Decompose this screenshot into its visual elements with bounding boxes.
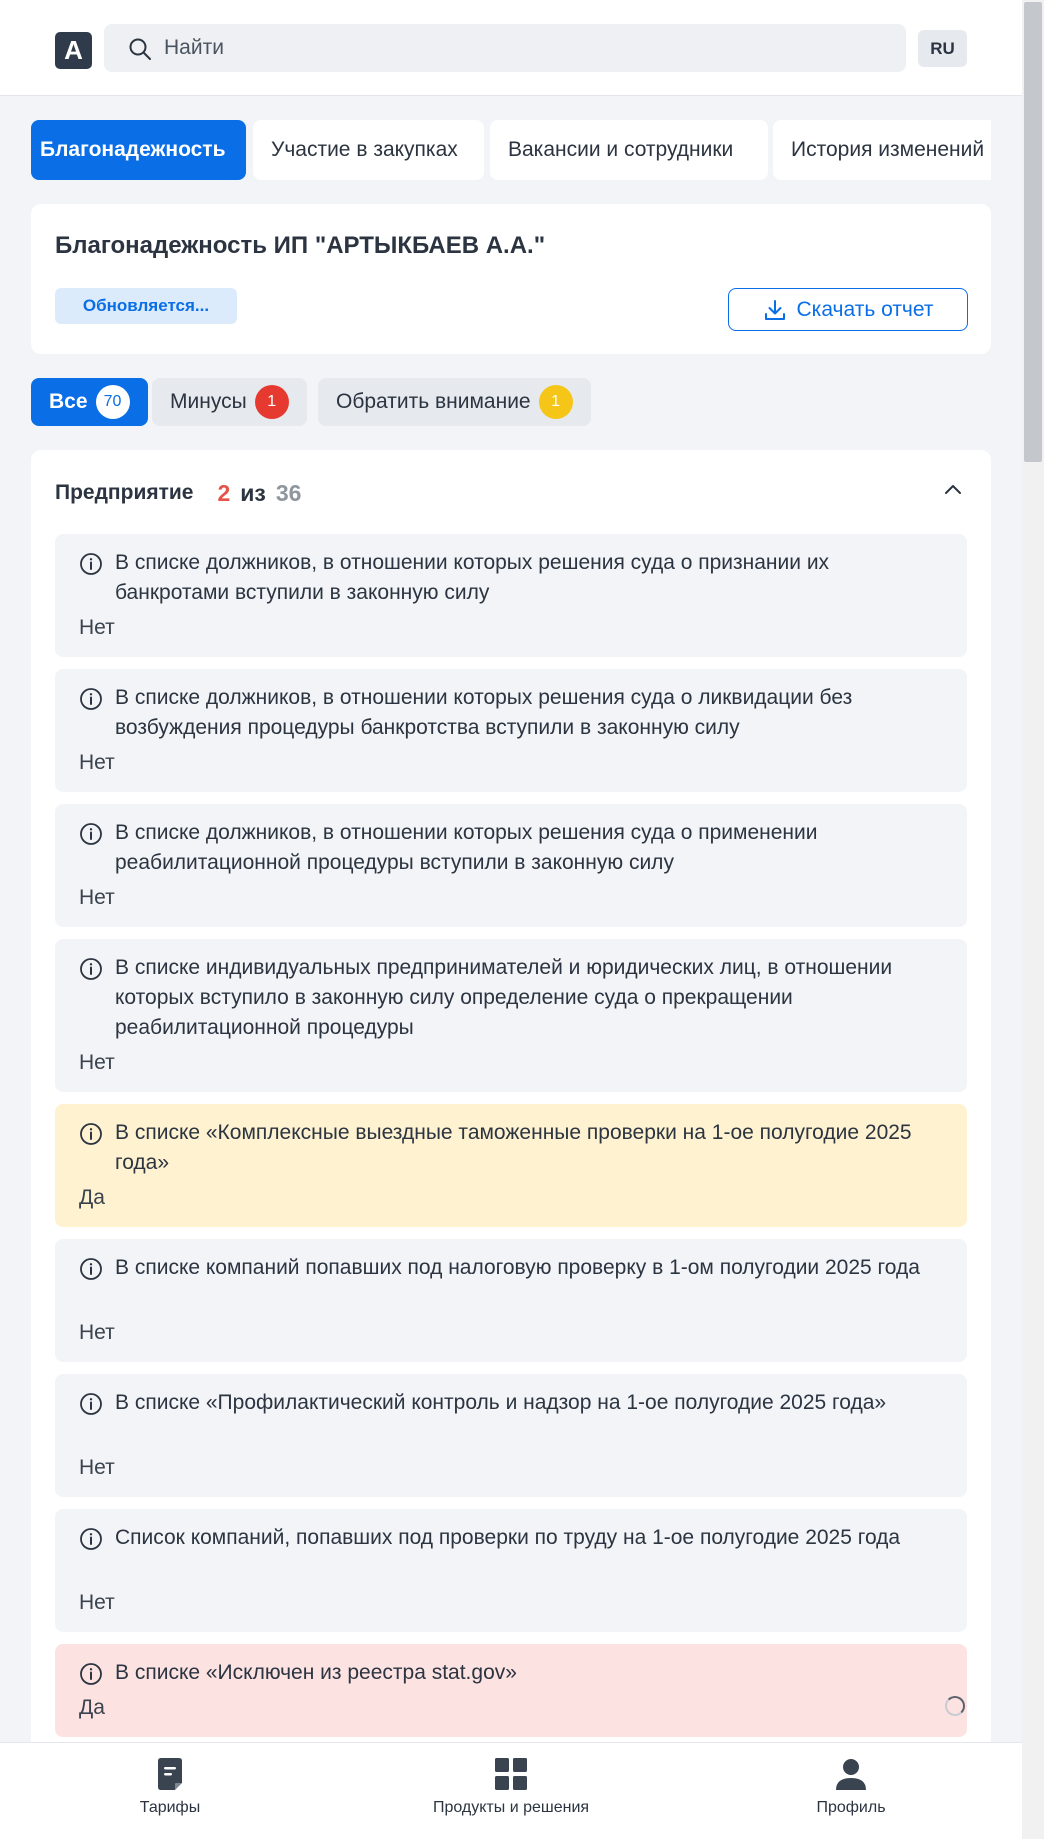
search-icon: [129, 38, 151, 60]
filter-attention-label: Обратить внимание: [336, 390, 531, 413]
check-item-title: В списке индивидуальных предпринимателей…: [115, 956, 893, 1039]
check-item-title: В списке компаний попавших под налоговую…: [115, 1256, 920, 1279]
section-matched-count: 2: [217, 479, 231, 506]
tab-history[interactable]: История изменений: [773, 120, 991, 180]
info-icon: [80, 1528, 102, 1550]
check-item-value: Да: [79, 1696, 105, 1719]
check-item-negative[interactable]: В списке «Исключен из реестра stat.gov» …: [55, 1644, 967, 1737]
section-total-count: 36: [275, 479, 302, 506]
nav-products[interactable]: Продукты и решения: [401, 1757, 621, 1827]
check-item-title: В списке должников, в отношении которых …: [115, 686, 853, 739]
check-item-value: Нет: [79, 1456, 115, 1479]
updating-badge: Обновляется...: [55, 288, 237, 324]
section-tabs: Благонадежность Участие в закупках Вакан…: [31, 120, 991, 180]
tab-vacancies[interactable]: Вакансии и сотрудники: [490, 120, 768, 180]
download-report-button[interactable]: Скачать отчет: [728, 288, 968, 331]
chevron-up-icon[interactable]: [943, 480, 963, 500]
download-label: Скачать отчет: [796, 297, 934, 321]
nav-profile[interactable]: Профиль: [741, 1757, 961, 1827]
check-item-value: Нет: [79, 1321, 115, 1344]
nav-tariffs[interactable]: Тарифы: [60, 1757, 280, 1827]
app-logo[interactable]: A: [55, 32, 92, 69]
top-header: A RU: [0, 0, 1022, 96]
check-item-warning[interactable]: В списке «Комплексные выездные таможенны…: [55, 1104, 967, 1227]
scrollbar-thumb[interactable]: [1024, 2, 1042, 462]
check-item-value: Нет: [79, 616, 115, 639]
check-item-value: Нет: [79, 886, 115, 909]
section-title: Предприятие: [55, 481, 194, 504]
check-item[interactable]: В списке должников, в отношении которых …: [55, 534, 967, 657]
info-icon: [80, 958, 102, 980]
search-input[interactable]: [164, 24, 884, 72]
filter-pills: Все 70 Минусы 1 Обратить внимание 1: [31, 378, 731, 426]
nav-tariffs-label: Тарифы: [139, 1799, 201, 1816]
section-of-label: из: [240, 479, 266, 506]
check-item-title: В списке «Комплексные выездные таможенны…: [115, 1121, 912, 1174]
loading-spinner-icon: [945, 1696, 965, 1716]
grid-icon: [495, 1758, 527, 1790]
check-item-title: В списке «Исключен из реестра stat.gov»: [115, 1661, 517, 1684]
check-item-value: Да: [79, 1186, 105, 1209]
filter-minuses-count: 1: [254, 385, 289, 419]
filter-minuses[interactable]: Минусы 1: [152, 378, 307, 426]
enterprise-section: Предприятие 2 из 36 В списке должников, …: [31, 450, 991, 1750]
filter-all-label: Все: [49, 390, 88, 413]
check-item[interactable]: В списке «Профилактический контроль и на…: [55, 1374, 967, 1497]
check-item-title: В списке должников, в отношении которых …: [115, 551, 830, 604]
search-bar[interactable]: [104, 24, 906, 72]
info-icon: [80, 688, 102, 710]
filter-all[interactable]: Все 70: [31, 378, 148, 426]
filter-all-count: 70: [95, 385, 130, 419]
check-item[interactable]: В списке компаний попавших под налоговую…: [55, 1239, 967, 1362]
bottom-navigation: Тарифы Продукты и решения Профиль: [0, 1742, 1022, 1839]
info-icon: [80, 1258, 102, 1280]
check-item-title: Список компаний, попавших под проверки п…: [115, 1526, 901, 1549]
check-item[interactable]: В списке индивидуальных предпринимателей…: [55, 939, 967, 1092]
tariffs-icon: [158, 1758, 182, 1790]
filter-attention[interactable]: Обратить внимание 1: [318, 378, 591, 426]
info-icon: [80, 1393, 102, 1415]
check-item-value: Нет: [79, 1591, 115, 1614]
info-icon: [80, 1663, 102, 1685]
language-switch[interactable]: RU: [918, 30, 967, 67]
check-item-value: Нет: [79, 751, 115, 774]
tab-reliability[interactable]: Благонадежность: [31, 120, 246, 180]
info-icon: [80, 823, 102, 845]
page-title: Благонадежность ИП "АРТЫКБАЕВ А.А.": [55, 232, 546, 259]
check-item[interactable]: В списке должников, в отношении которых …: [55, 669, 967, 792]
tab-procurement[interactable]: Участие в закупках: [253, 120, 484, 180]
check-item-title: В списке «Профилактический контроль и на…: [115, 1391, 887, 1414]
download-icon: [764, 299, 785, 320]
profile-icon: [836, 1759, 866, 1790]
check-item[interactable]: Список компаний, попавших под проверки п…: [55, 1509, 967, 1632]
info-icon: [80, 1123, 102, 1145]
info-icon: [80, 553, 102, 575]
nav-products-label: Продукты и решения: [432, 1799, 590, 1816]
title-card: Благонадежность ИП "АРТЫКБАЕВ А.А." Обно…: [31, 204, 991, 354]
check-item[interactable]: В списке должников, в отношении которых …: [55, 804, 967, 927]
nav-profile-label: Профиль: [816, 1799, 886, 1816]
section-header[interactable]: Предприятие 2 из 36: [55, 478, 301, 508]
check-item-title: В списке должников, в отношении которых …: [115, 821, 818, 874]
check-item-value: Нет: [79, 1051, 115, 1074]
filter-attention-count: 1: [538, 385, 573, 419]
filter-minuses-label: Минусы: [170, 390, 247, 413]
